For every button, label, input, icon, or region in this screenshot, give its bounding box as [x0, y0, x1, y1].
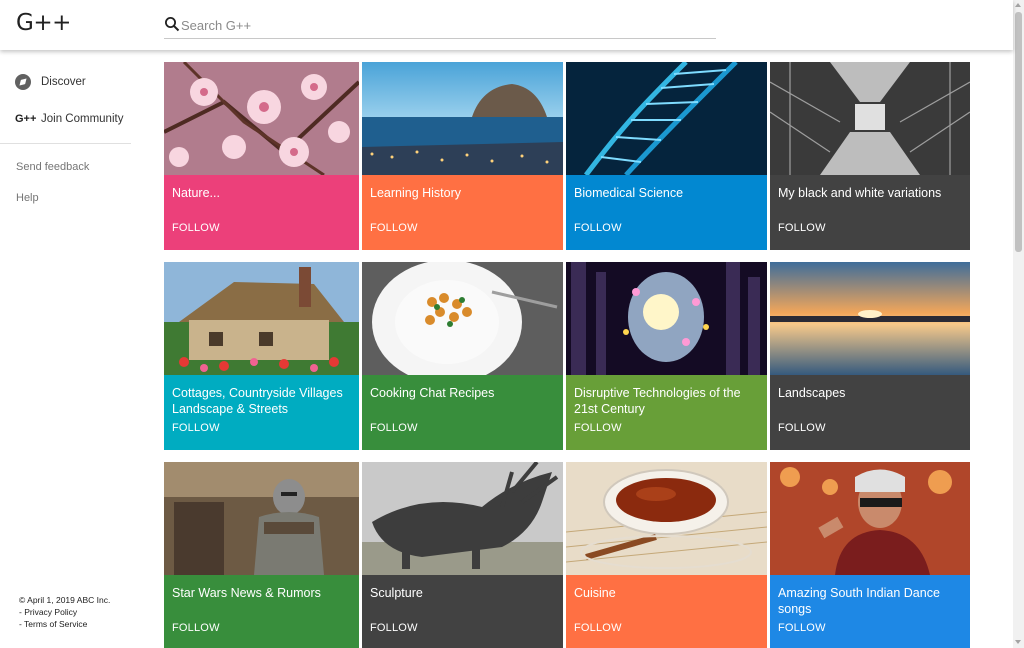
search-icon[interactable] — [164, 16, 180, 32]
community-image — [770, 462, 970, 575]
community-image — [164, 262, 359, 375]
card-title: Cuisine — [574, 586, 616, 600]
follow-button[interactable]: FOLLOW — [778, 622, 826, 634]
card-title: Biomedical Science — [574, 186, 684, 200]
card-title: Cooking Chat Recipes — [370, 386, 495, 400]
sidebar-item-label: Discover — [41, 76, 86, 88]
community-image — [362, 462, 563, 575]
card-title: Amazing South Indian Dance songs — [778, 586, 940, 616]
sidebar: Discover G++ Join Community Send feedbac… — [0, 50, 158, 648]
community-card[interactable]: Cuisine FOLLOW — [566, 462, 767, 648]
card-info: Cottages, Countryside Villages Landscape… — [164, 375, 359, 450]
follow-button[interactable]: FOLLOW — [574, 422, 622, 434]
card-info: My black and white variations FOLLOW — [770, 175, 970, 250]
card-info: Landscapes FOLLOW — [770, 375, 970, 450]
scroll-up-arrow-icon[interactable] — [1015, 3, 1021, 7]
card-title: Learning History — [370, 186, 462, 200]
card-title: Nature... — [172, 186, 220, 200]
community-card[interactable]: Learning History FOLLOW — [362, 62, 563, 250]
community-card[interactable]: Sculpture FOLLOW — [362, 462, 563, 648]
sidebar-item-discover[interactable]: Discover — [0, 67, 150, 97]
community-grid: Nature... FOLLOW Learning History FOLLOW — [164, 62, 970, 648]
community-card[interactable]: Biomedical Science FOLLOW — [566, 62, 767, 250]
follow-button[interactable]: FOLLOW — [172, 622, 220, 634]
card-info: Star Wars News & Rumors FOLLOW — [164, 575, 359, 648]
footer: © April 1, 2019 ABC Inc. - Privacy Polic… — [19, 594, 110, 630]
follow-button[interactable]: FOLLOW — [370, 622, 418, 634]
community-image — [770, 62, 970, 175]
card-title: Landscapes — [778, 386, 846, 400]
card-info: Cooking Chat Recipes FOLLOW — [362, 375, 563, 450]
community-card[interactable]: Cooking Chat Recipes FOLLOW — [362, 262, 563, 450]
community-image — [566, 262, 767, 375]
community-card[interactable]: Cottages, Countryside Villages Landscape… — [164, 262, 359, 450]
card-info: Sculpture FOLLOW — [362, 575, 563, 648]
community-image — [362, 62, 563, 175]
card-title: My black and white variations — [778, 186, 942, 200]
follow-button[interactable]: FOLLOW — [778, 222, 826, 234]
community-image — [164, 62, 359, 175]
copyright-text: © April 1, 2019 ABC Inc. — [19, 595, 111, 605]
terms-of-service-link[interactable]: - Terms of Service — [19, 618, 110, 630]
search-input[interactable] — [181, 14, 701, 36]
card-title: Star Wars News & Rumors — [172, 586, 321, 600]
follow-button[interactable]: FOLLOW — [172, 222, 220, 234]
help-link[interactable]: Help — [16, 192, 39, 204]
sidebar-item-join-community[interactable]: G++ Join Community — [0, 104, 150, 134]
community-card[interactable]: Star Wars News & Rumors FOLLOW — [164, 462, 359, 648]
send-feedback-link[interactable]: Send feedback — [16, 161, 89, 173]
community-image — [362, 262, 563, 375]
card-title: Sculpture — [370, 586, 423, 600]
app-logo[interactable]: G++ — [16, 10, 71, 36]
page-scrollbar[interactable] — [1013, 0, 1024, 648]
card-info: Cuisine FOLLOW — [566, 575, 767, 648]
sidebar-divider — [0, 143, 131, 144]
community-card[interactable]: Landscapes FOLLOW — [770, 262, 970, 450]
follow-button[interactable]: FOLLOW — [370, 222, 418, 234]
follow-button[interactable]: FOLLOW — [574, 622, 622, 634]
community-card[interactable]: Nature... FOLLOW — [164, 62, 359, 250]
card-info: Biomedical Science FOLLOW — [566, 175, 767, 250]
community-image — [566, 62, 767, 175]
community-card[interactable]: Amazing South Indian Dance songs FOLLOW — [770, 462, 970, 648]
scroll-down-arrow-icon[interactable] — [1015, 640, 1021, 644]
follow-button[interactable]: FOLLOW — [778, 422, 826, 434]
card-title: Cottages, Countryside Villages Landscape… — [172, 386, 343, 416]
card-info: Learning History FOLLOW — [362, 175, 563, 250]
top-bar: G++ — [0, 0, 1013, 50]
scrollbar-thumb[interactable] — [1015, 12, 1022, 252]
follow-button[interactable]: FOLLOW — [172, 422, 220, 434]
card-info: Disruptive Technologies of the 21st Cent… — [566, 375, 767, 450]
community-image — [566, 462, 767, 575]
community-image — [770, 262, 970, 375]
follow-button[interactable]: FOLLOW — [574, 222, 622, 234]
card-info: Amazing South Indian Dance songs FOLLOW — [770, 575, 970, 648]
compass-icon — [15, 74, 31, 90]
gpp-logo-icon: G++ — [15, 113, 37, 125]
search-bar[interactable] — [164, 14, 716, 39]
community-card[interactable]: Disruptive Technologies of the 21st Cent… — [566, 262, 767, 450]
community-card[interactable]: My black and white variations FOLLOW — [770, 62, 970, 250]
sidebar-item-label: Join Community — [41, 113, 124, 125]
follow-button[interactable]: FOLLOW — [370, 422, 418, 434]
privacy-policy-link[interactable]: - Privacy Policy — [19, 606, 110, 618]
card-info: Nature... FOLLOW — [164, 175, 359, 250]
card-title: Disruptive Technologies of the 21st Cent… — [574, 386, 741, 416]
community-image — [164, 462, 359, 575]
